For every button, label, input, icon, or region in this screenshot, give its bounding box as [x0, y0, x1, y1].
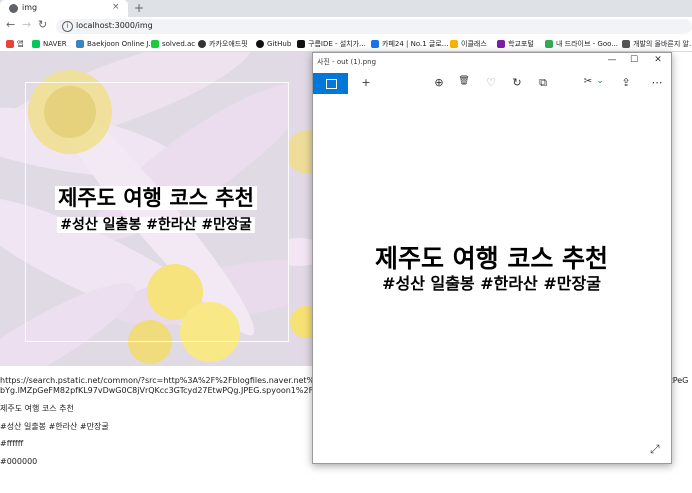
- photo-image-subtitle: #성산 일출봉 #한라산 #만장굴: [382, 274, 601, 293]
- forward-icon[interactable]: →: [22, 18, 31, 31]
- tab-title: img: [22, 3, 38, 12]
- baekjoon-icon: [76, 39, 84, 48]
- chevron-down-icon[interactable]: ⌄: [592, 76, 608, 86]
- page-tags-text: #성산 일출봉 #한라산 #만장굴: [0, 422, 109, 431]
- bookmark-solved[interactable]: solved.ac: [151, 38, 195, 49]
- bookmark-label: NAVER: [43, 39, 67, 48]
- back-icon[interactable]: ←: [6, 18, 15, 31]
- bookmark-label: 학교포털: [508, 39, 534, 48]
- crop-icon[interactable]: ⧉: [535, 76, 551, 90]
- kakao-icon: [198, 39, 206, 48]
- bookmark-label: Baekjoon Online J...: [87, 39, 156, 48]
- bookmark-cafe24[interactable]: 카페24 | No.1 글로...: [371, 38, 448, 49]
- naver-icon: [32, 39, 40, 48]
- maximize-icon[interactable]: ☐: [626, 55, 642, 65]
- rotate-icon[interactable]: ↻: [509, 76, 525, 89]
- bookmark-label: 카페24 | No.1 글로...: [382, 39, 449, 48]
- more-icon[interactable]: ⋯: [649, 76, 665, 89]
- canvas-title-text: 제주도 여행 코스 추천: [55, 186, 257, 210]
- bookmark-goorm[interactable]: 구름IDE - 설치가...: [297, 38, 366, 49]
- delete-icon[interactable]: 🗑: [456, 76, 472, 86]
- zoom-icon[interactable]: ⊕: [431, 76, 447, 89]
- bookmark-apps[interactable]: 앱: [6, 38, 23, 49]
- apps-grid-icon: [6, 39, 14, 48]
- canvas-subtitle: #성산 일출봉 #한라산 #만장굴: [0, 214, 312, 234]
- favorite-icon[interactable]: ♡: [483, 76, 499, 89]
- bookmark-label: 앱: [17, 39, 24, 48]
- photo-image-title: 제주도 여행 코스 추천: [374, 244, 609, 273]
- share-icon[interactable]: ⇪: [618, 76, 634, 89]
- bookmark-kakao-adfit[interactable]: 카카오애드핏: [198, 38, 248, 49]
- bookmark-eclass[interactable]: 이클래스: [450, 38, 487, 49]
- expand-icon[interactable]: ⤢: [650, 442, 660, 457]
- bookmark-label: 이클래스: [461, 39, 487, 48]
- close-icon[interactable]: ✕: [650, 55, 666, 65]
- bookmark-baekjoon[interactable]: Baekjoon Online J...: [76, 38, 155, 49]
- bookmark-portal[interactable]: 학교포털: [497, 38, 534, 49]
- page-title-text: 제주도 여행 코스 추천: [0, 404, 74, 413]
- info-icon[interactable]: i: [62, 21, 73, 32]
- address-url[interactable]: localhost:3000/img: [76, 21, 153, 30]
- portal-icon: [497, 39, 505, 48]
- solved-icon: [151, 39, 159, 48]
- canvas-frame: [25, 82, 289, 342]
- bookmark-dev[interactable]: 개발의 올바른지 알...: [622, 38, 692, 49]
- cafe24-icon: [371, 39, 379, 48]
- bg-color-text: #ffffff: [0, 439, 24, 448]
- tab-close-icon[interactable]: ×: [112, 2, 120, 12]
- photos-window-title: 사진 - out (1).png: [317, 58, 377, 66]
- bookmark-label: GitHub: [267, 39, 292, 48]
- bookmark-label: 내 드라이브 - Goo...: [556, 39, 618, 48]
- eclass-icon: [450, 39, 458, 48]
- reload-icon[interactable]: ↻: [38, 18, 47, 31]
- terminal-icon: [297, 39, 305, 48]
- bookmark-drive[interactable]: 내 드라이브 - Goo...: [545, 38, 618, 49]
- github-icon: [256, 39, 264, 48]
- bookmark-label: 카카오애드핏: [209, 39, 248, 48]
- bookmark-label: 구름IDE - 설치가...: [308, 39, 366, 48]
- browser-tab[interactable]: [0, 0, 128, 17]
- new-tab-button[interactable]: +: [134, 1, 144, 15]
- bookmark-label: solved.ac: [162, 39, 196, 48]
- fg-color-text: #000000: [0, 457, 38, 466]
- bookmark-github[interactable]: GitHub: [256, 38, 291, 49]
- bookmark-label: 개발의 올바른지 알...: [633, 39, 692, 48]
- image-src-text: https://search.pstatic.net/common/?src=h…: [0, 376, 324, 385]
- image-icon: [326, 79, 337, 89]
- canvas-subtitle-text: #성산 일출봉 #한라산 #만장굴: [57, 217, 255, 233]
- bookmark-naver[interactable]: NAVER: [32, 38, 67, 49]
- dev-icon: [622, 39, 630, 48]
- add-icon[interactable]: +: [358, 76, 374, 89]
- globe-icon: [9, 4, 18, 13]
- canvas-title: 제주도 여행 코스 추천: [0, 186, 312, 211]
- drive-icon: [545, 39, 553, 48]
- minimize-icon[interactable]: —: [604, 55, 620, 65]
